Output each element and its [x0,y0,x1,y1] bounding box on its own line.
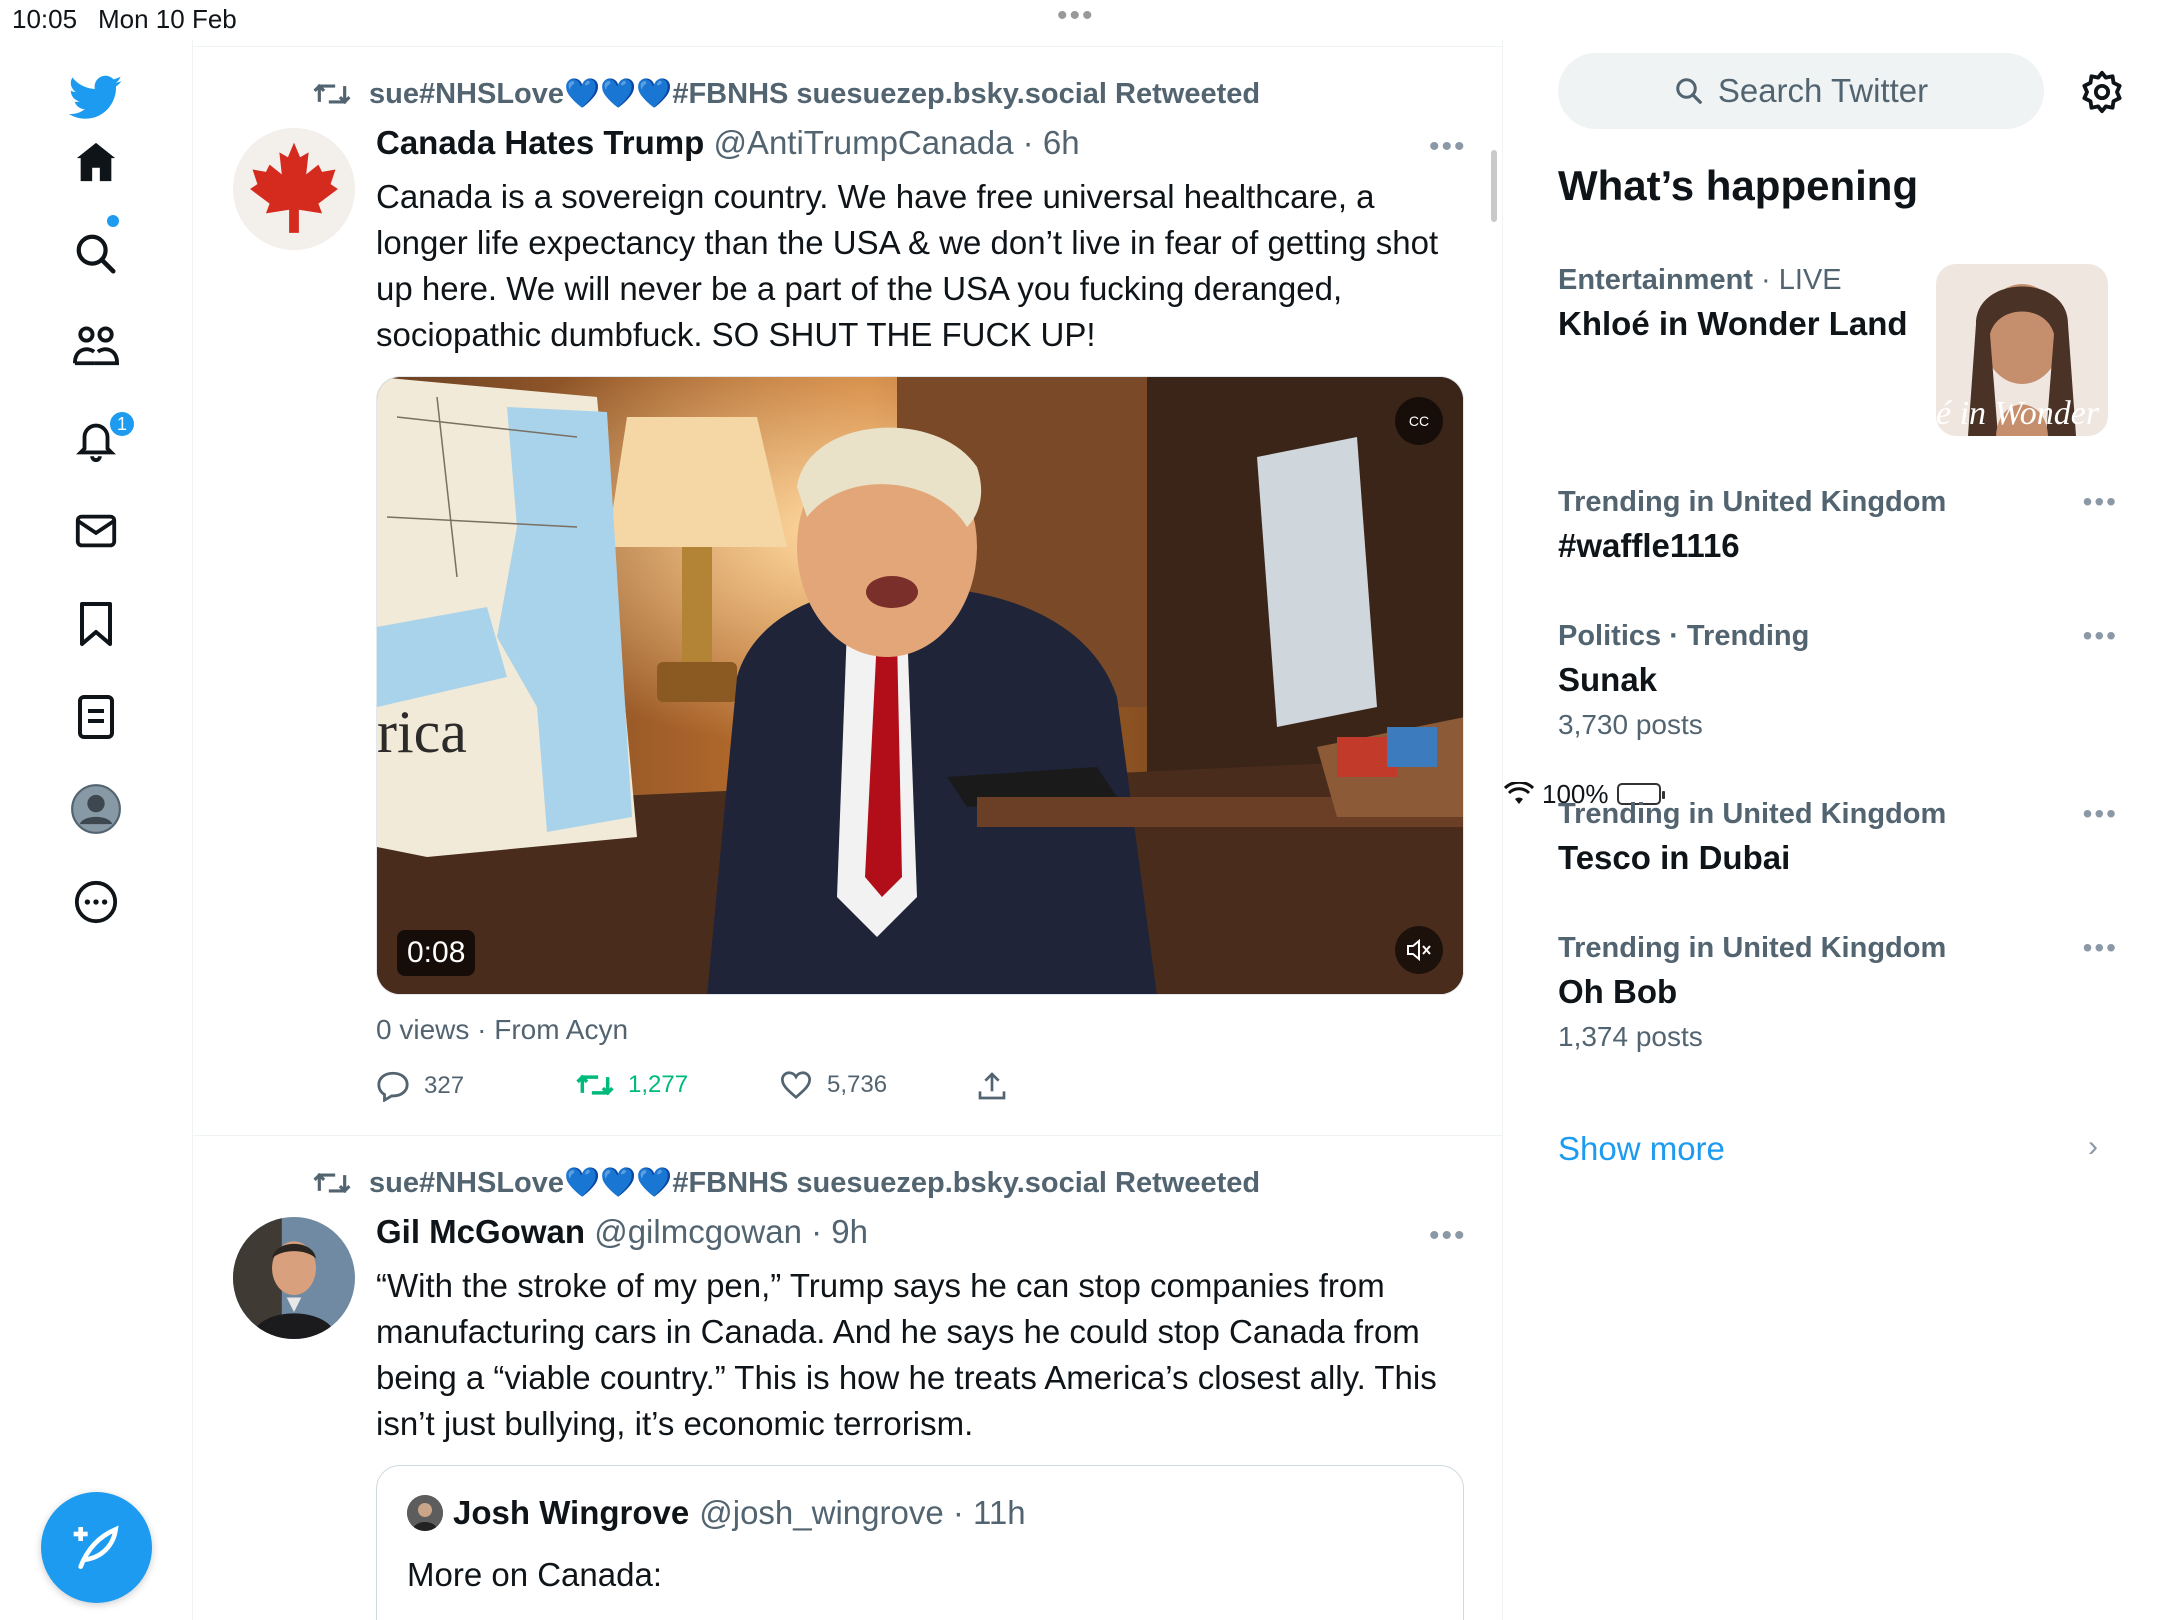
share-icon [978,1072,1006,1100]
trend-meta: Trending in United Kingdom [1558,486,1947,518]
trend-post-count: 3,730 posts [1558,709,1703,740]
timeline-feed[interactable]: sue#NHSLove💙💙💙#FBNHS suesuezep.bsky.soci… [193,40,1503,1620]
retweet-icon [576,1074,614,1096]
retweet-button[interactable]: 1,277 [576,1070,688,1100]
communities-icon[interactable] [68,318,124,374]
scrollbar-thumb[interactable] [1491,150,1497,222]
retweeted-by-line: sue#NHSLove💙💙💙#FBNHS suesuezep.bsky.soci… [313,1163,1260,1203]
trend-more-icon[interactable]: ••• [2083,486,2118,518]
search-placeholder: Search Twitter [1717,72,1929,109]
video-duration: 0:08 [397,930,476,976]
messages-mail-icon[interactable] [68,503,124,559]
trend-meta: Trending in United Kingdom [1558,932,1947,964]
trend-meta: Trending in United Kingdom [1558,798,1947,830]
trend-item[interactable]: Trending in United Kingdom Oh Bob 1,374 … [1558,932,2118,1053]
speaker-muted-icon [1407,939,1431,961]
twitter-logo-icon[interactable] [68,70,124,126]
multitasking-dots[interactable]: ••• [1057,1,1095,31]
trend-meta: Politics · Trending [1558,620,1810,652]
notifications-badge: 1 [108,410,136,438]
tweet-divider [193,1135,1503,1136]
author-name[interactable]: Canada Hates Trump [376,124,704,161]
trend-more-icon[interactable]: ••• [2083,932,2118,964]
tweet-header: Canada Hates Trump @AntiTrumpCanada · 6h [376,124,1080,162]
more-options-icon[interactable] [68,874,124,930]
trend-topic: Khloé in Wonder Land [1558,305,1908,342]
trend-post-count: 1,374 posts [1558,1021,1703,1052]
tweet-more-icon[interactable]: ••• [1429,130,1467,164]
views-source: 0 views · From Acyn [376,1014,629,1045]
featured-trend-image[interactable]: é in Wonder L [1936,264,2108,436]
trend-topic: Sunak [1558,661,1658,698]
status-time: 10:05 [12,4,78,34]
tweet-more-icon[interactable]: ••• [1429,1219,1467,1253]
status-date: Mon 10 Feb [98,4,237,34]
retweet-icon [313,83,351,105]
author-handle-time[interactable]: @AntiTrumpCanada · 6h [713,124,1079,161]
mute-button[interactable] [1395,926,1443,974]
tweet-text: “With the stroke of my pen,” Trump says … [376,1267,1437,1442]
video-thumbnail: rica [377,377,1463,994]
featured-image-text: é in Wonder L [1936,395,2108,432]
quoted-tweet-text: More on Canada: [407,1556,662,1593]
quoted-author-handle-time[interactable]: @josh_wingrove · 11h [699,1494,1025,1532]
trend-item[interactable]: Politics · Trending Sunak 3,730 posts ••… [1558,620,2118,741]
trend-topic: Tesco in Dubai [1558,839,1791,876]
author-handle-time[interactable]: @gilmcgowan · 9h [594,1213,868,1250]
author-avatar[interactable] [233,128,355,250]
tweet-header: Gil McGowan @gilmcgowan · 9h [376,1213,868,1251]
settings-gear-icon[interactable] [2074,64,2130,120]
trend-topic: Oh Bob [1558,973,1678,1010]
reply-icon [377,1071,409,1102]
retweeted-by-line: sue#NHSLove💙💙💙#FBNHS suesuezep.bsky.soci… [313,74,1260,114]
chevron-right-icon[interactable]: › [2088,1130,2098,1164]
home-icon[interactable] [68,134,124,190]
lists-icon[interactable] [68,689,124,745]
compose-feather-icon [73,1525,119,1569]
trend-item[interactable]: Trending in United Kingdom Tesco in Duba… [1558,798,2118,877]
reply-button[interactable]: 327 [376,1070,464,1102]
trend-meta: Entertainment · LIVE [1558,264,1842,296]
bookmarks-icon[interactable] [68,596,124,652]
heart-icon [780,1071,812,1100]
status-bar: 10:05 Mon 10 Feb ••• 100% [0,0,2160,809]
left-navigation: 1 [0,40,193,1620]
quoted-tweet[interactable]: Josh Wingrove @josh_wingrove · 11h More … [376,1465,1464,1620]
explore-search-icon[interactable] [68,226,124,282]
author-avatar[interactable] [233,1217,355,1339]
tweet-video[interactable]: rica CC 0:08 [376,376,1464,995]
reply-count: 327 [424,1072,465,1099]
share-button[interactable] [976,1070,1008,1102]
profile-avatar-icon[interactable] [68,781,124,837]
trend-more-icon[interactable]: ••• [2083,798,2118,830]
quoted-tweet-header: Josh Wingrove @josh_wingrove · 11h [407,1494,1026,1532]
trend-more-icon[interactable]: ••• [2083,620,2118,652]
tweet-actions: 327 1,277 5,736 [376,1070,1376,1110]
featured-trend[interactable]: Entertainment · LIVE Khloé in Wonder Lan… [1558,264,1938,343]
maple-leaf-icon [233,128,355,250]
retweet-count: 1,277 [628,1071,689,1098]
closed-captions-button[interactable]: CC [1395,397,1443,445]
trend-item[interactable]: Trending in United Kingdom #waffle1116 •… [1558,486,2118,565]
author-name[interactable]: Gil McGowan [376,1213,585,1250]
like-count: 5,736 [827,1071,888,1098]
map-label: rica [377,699,467,765]
quoted-author-name[interactable]: Josh Wingrove [453,1494,689,1532]
tweet-text: Canada is a sovereign country. We have f… [376,178,1439,353]
right-sidebar: Search Twitter What’s happening Entertai… [1504,40,2160,1620]
compose-tweet-button[interactable] [41,1492,152,1603]
show-more-link[interactable]: Show more [1558,1130,1725,1168]
trend-topic: #waffle1116 [1558,527,1740,564]
like-button[interactable]: 5,736 [779,1070,887,1100]
quoted-author-avatar[interactable] [407,1495,443,1531]
search-icon [1676,78,1702,104]
whats-happening-title: What’s happening [1558,162,1919,209]
retweet-icon [313,1172,351,1194]
author-photo [233,1217,355,1339]
search-bar[interactable]: Search Twitter [1558,53,2044,129]
